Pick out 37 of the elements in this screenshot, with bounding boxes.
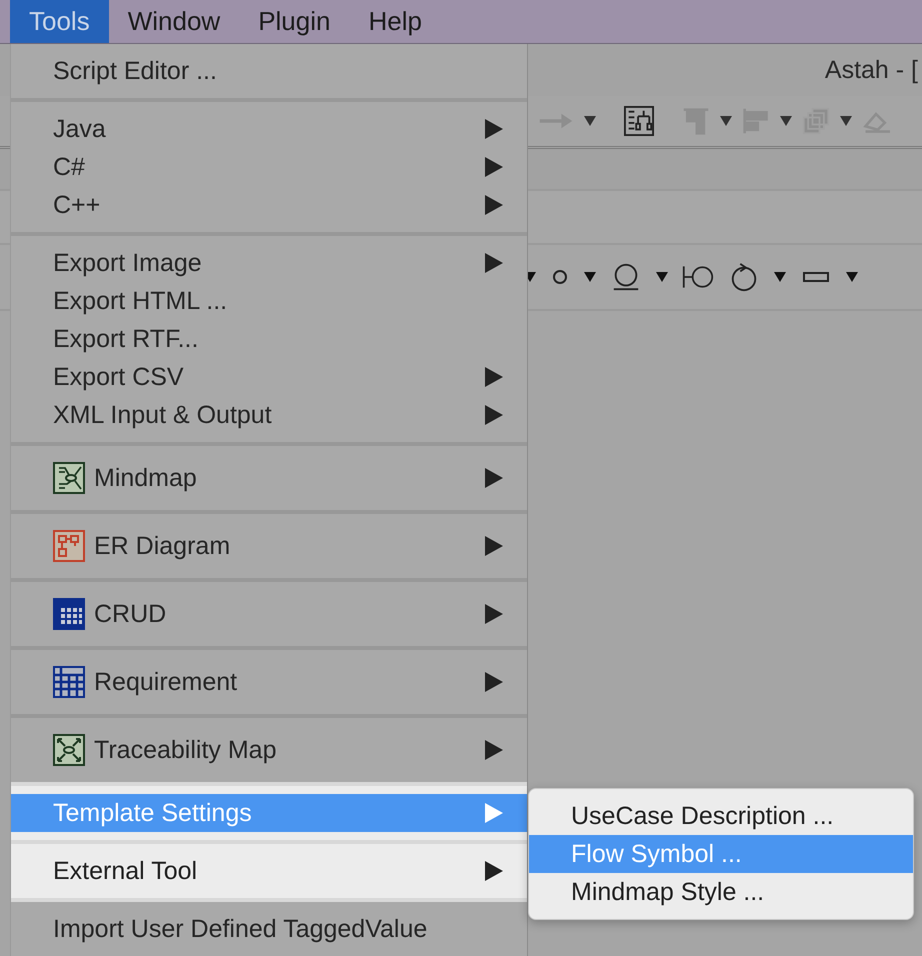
dropdown-icon	[780, 116, 792, 126]
er-diagram-icon	[53, 530, 85, 562]
submenu-arrow-icon	[485, 468, 503, 488]
diagram-icon	[624, 106, 654, 136]
align-top-icon	[682, 107, 710, 135]
menu-title[interactable]: Window	[108, 0, 240, 43]
submenu-arrow-icon	[485, 195, 503, 215]
window-title: Astah - [	[824, 56, 918, 84]
submenu-arrow-icon	[485, 803, 503, 823]
dropdown-icon	[846, 272, 858, 282]
submenu-arrow-icon	[485, 861, 503, 881]
submenu-arrow-icon	[485, 367, 503, 387]
menu-title[interactable]: Plugin	[239, 0, 350, 43]
traceability-map-icon	[53, 734, 85, 766]
dropdown-icon	[656, 272, 668, 282]
menu-title[interactable]: Tools	[10, 0, 109, 43]
dropdown-icon	[720, 116, 732, 126]
menu-item[interactable]: UseCase Description ...	[529, 797, 913, 835]
dropdown-icon	[774, 272, 786, 282]
submenu-arrow-icon	[485, 405, 503, 425]
dropdown-icon	[840, 116, 852, 126]
submenu-arrow-icon	[485, 253, 503, 273]
dropdown-icon	[584, 272, 596, 282]
submenu-arrow-icon	[485, 157, 503, 177]
mindmap-icon	[53, 462, 85, 494]
submenu-arrow-icon	[485, 740, 503, 760]
submenu-arrow-icon	[485, 604, 503, 624]
submenu-arrow-icon	[485, 672, 503, 692]
menu-item[interactable]: Mindmap Style ...	[529, 873, 913, 911]
align-left-icon	[742, 107, 770, 135]
submenu-arrow-icon	[485, 536, 503, 556]
submenu-arrow-icon	[485, 119, 503, 139]
grid-icon	[53, 598, 85, 630]
table-icon	[53, 666, 85, 698]
menu-title[interactable]: Help	[349, 0, 441, 43]
circle-icon	[550, 267, 570, 287]
dropdown-icon	[584, 116, 596, 126]
